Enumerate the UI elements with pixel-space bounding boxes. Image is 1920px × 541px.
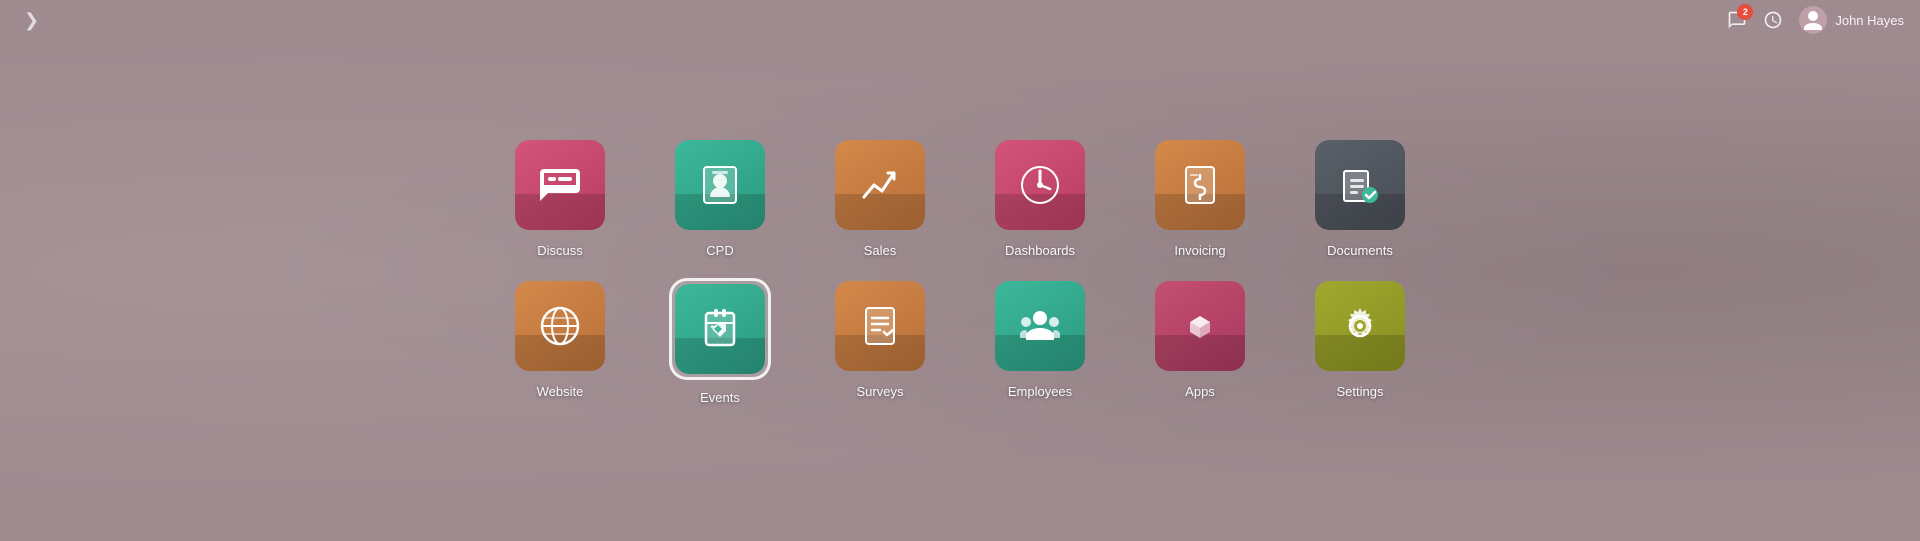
app-icon-wrapper-settings bbox=[1312, 278, 1408, 374]
app-icon-wrapper-discuss bbox=[512, 137, 608, 233]
menu-toggle-button[interactable]: ❯ bbox=[16, 2, 47, 39]
avatar bbox=[1799, 6, 1827, 34]
app-icon-invoicing bbox=[1155, 140, 1245, 230]
app-item-sales[interactable]: Sales bbox=[832, 137, 928, 258]
app-icon-wrapper-dashboards bbox=[992, 137, 1088, 233]
app-icon-surveys bbox=[835, 281, 925, 371]
app-label-apps: Apps bbox=[1185, 384, 1215, 399]
app-icon-website bbox=[515, 281, 605, 371]
app-icon-wrapper-apps bbox=[1152, 278, 1248, 374]
app-item-events[interactable]: Events bbox=[669, 278, 771, 405]
app-icon-wrapper-website bbox=[512, 278, 608, 374]
app-icon-wrapper-sales bbox=[832, 137, 928, 233]
app-icon-employees bbox=[995, 281, 1085, 371]
app-label-employees: Employees bbox=[1008, 384, 1072, 399]
chat-button[interactable]: 2 bbox=[1727, 10, 1747, 30]
app-label-cpd: CPD bbox=[706, 243, 733, 258]
app-item-employees[interactable]: Employees bbox=[992, 278, 1088, 399]
chat-badge: 2 bbox=[1737, 4, 1753, 20]
user-profile[interactable]: John Hayes bbox=[1799, 6, 1904, 34]
app-grid: Discuss CPD bbox=[495, 137, 1425, 405]
app-icon-wrapper-events bbox=[669, 278, 771, 380]
app-icon-settings bbox=[1315, 281, 1405, 371]
app-label-events: Events bbox=[700, 390, 740, 405]
app-icon-sales bbox=[835, 140, 925, 230]
app-label-documents: Documents bbox=[1327, 243, 1393, 258]
app-item-dashboards[interactable]: Dashboards bbox=[992, 137, 1088, 258]
app-icon-wrapper-cpd bbox=[672, 137, 768, 233]
app-item-settings[interactable]: Settings bbox=[1312, 278, 1408, 399]
app-icon-wrapper-surveys bbox=[832, 278, 928, 374]
app-item-discuss[interactable]: Discuss bbox=[512, 137, 608, 258]
app-icon-discuss bbox=[515, 140, 605, 230]
top-bar-right: 2 John Hayes bbox=[1727, 6, 1904, 34]
app-label-dashboards: Dashboards bbox=[1005, 243, 1075, 258]
app-icon-wrapper-invoicing bbox=[1152, 137, 1248, 233]
app-label-discuss: Discuss bbox=[537, 243, 583, 258]
app-item-surveys[interactable]: Surveys bbox=[832, 278, 928, 399]
app-label-settings: Settings bbox=[1337, 384, 1384, 399]
app-icon-wrapper-documents bbox=[1312, 137, 1408, 233]
app-icon-wrapper-employees bbox=[992, 278, 1088, 374]
app-label-sales: Sales bbox=[864, 243, 897, 258]
app-icon-documents bbox=[1315, 140, 1405, 230]
app-label-surveys: Surveys bbox=[857, 384, 904, 399]
app-icon-dashboards bbox=[995, 140, 1085, 230]
clock-button[interactable] bbox=[1763, 10, 1783, 30]
app-item-invoicing[interactable]: Invoicing bbox=[1152, 137, 1248, 258]
app-item-documents[interactable]: Documents bbox=[1312, 137, 1408, 258]
app-item-apps[interactable]: Apps bbox=[1152, 278, 1248, 399]
app-item-cpd[interactable]: CPD bbox=[672, 137, 768, 258]
app-label-website: Website bbox=[537, 384, 584, 399]
app-icon-events bbox=[675, 284, 765, 374]
user-name: John Hayes bbox=[1835, 13, 1904, 28]
app-icon-apps bbox=[1155, 281, 1245, 371]
app-label-invoicing: Invoicing bbox=[1174, 243, 1225, 258]
app-icon-cpd bbox=[675, 140, 765, 230]
top-bar: ❯ 2 John Hayes bbox=[0, 0, 1920, 40]
app-item-website[interactable]: Website bbox=[512, 278, 608, 399]
